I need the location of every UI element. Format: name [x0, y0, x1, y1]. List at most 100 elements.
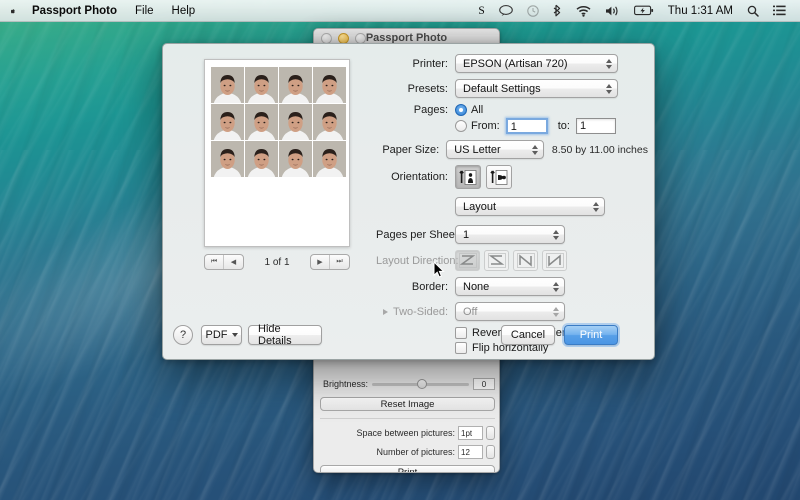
passport-photo-thumbnail: [279, 67, 312, 103]
paper-size-row: Paper Size: US Letter 8.50 by 11.00 inch…: [376, 140, 648, 159]
chevron-updown-icon: [606, 58, 612, 69]
presets-select[interactable]: Default Settings: [455, 79, 618, 98]
section-select-row: Layout: [376, 197, 648, 216]
pages-to-input[interactable]: 1: [575, 118, 616, 134]
paper-size-value: US Letter: [454, 144, 501, 156]
print-section-value: Layout: [463, 201, 497, 213]
help-button[interactable]: ?: [173, 325, 193, 345]
space-between-stepper[interactable]: [486, 426, 495, 440]
wifi-icon[interactable]: [569, 0, 598, 22]
printer-select[interactable]: EPSON (Artisan 720): [455, 54, 618, 73]
paper-dimensions-text: 8.50 by 11.00 inches: [551, 143, 648, 156]
skype-s-icon[interactable]: S: [471, 0, 491, 22]
reset-image-button[interactable]: Reset Image: [320, 397, 495, 411]
apple-logo-icon[interactable]: [9, 0, 23, 22]
printer-value: EPSON (Artisan 720): [463, 58, 568, 70]
passport-photo-thumbnail: [211, 67, 244, 103]
presets-row: Presets: Default Settings: [376, 79, 648, 98]
layout-direction-n-down-icon[interactable]: [542, 250, 567, 271]
presets-value: Default Settings: [463, 83, 541, 95]
two-sided-value: Off: [463, 306, 478, 318]
border-value: None: [463, 281, 490, 293]
print-dialog-bottom-bar: ? PDF Hide Details Cancel Print: [163, 319, 654, 359]
volume-icon[interactable]: [598, 0, 627, 22]
landscape-orientation-icon[interactable]: [486, 165, 512, 189]
presets-label: Presets:: [407, 82, 448, 95]
pages-all-row: Pages: All: [376, 104, 648, 116]
pages-from-input[interactable]: 1: [505, 118, 548, 134]
passport-photo-thumbnail: [211, 104, 244, 140]
space-between-pictures-input[interactable]: 1pt: [458, 426, 483, 440]
border-select[interactable]: None: [455, 277, 565, 296]
pages-to-label: to:: [557, 120, 570, 132]
pages-all-radio[interactable]: [455, 104, 467, 116]
portrait-orientation-icon[interactable]: [455, 165, 481, 189]
bluetooth-icon[interactable]: [546, 0, 569, 22]
orientation-row: Orientation:: [376, 165, 648, 189]
passport-photo-thumbnail: [313, 67, 346, 103]
cancel-button[interactable]: Cancel: [501, 325, 555, 345]
skip-to-start-icon[interactable]: ⏮: [205, 255, 224, 269]
pages-per-sheet-select[interactable]: 1: [455, 225, 565, 244]
battery-icon[interactable]: [627, 0, 661, 22]
chevron-updown-icon: [553, 306, 559, 317]
pages-per-sheet-value: 1: [463, 229, 470, 241]
menu-file[interactable]: File: [126, 0, 163, 22]
pdf-button[interactable]: PDF: [201, 325, 242, 345]
print-button[interactable]: Print: [564, 325, 618, 345]
print-preview-photo-grid: [211, 67, 346, 177]
timemachine-clock-icon[interactable]: [520, 0, 546, 22]
passport-photo-thumbnail: [313, 141, 346, 177]
number-of-pictures-input[interactable]: 12: [458, 445, 483, 459]
two-sided-label: Two-Sided:: [392, 305, 448, 318]
pages-from-radio[interactable]: [455, 120, 467, 132]
menu-bar-status-area: S Thu 1:31 AM: [471, 0, 800, 22]
app-brightness-slider[interactable]: [372, 378, 469, 389]
paper-size-label: Paper Size:: [382, 143, 440, 156]
orientation-label: Orientation:: [391, 171, 448, 183]
menu-help[interactable]: Help: [163, 0, 205, 22]
print-options-form: Printer: EPSON (Artisan 720) Presets: De…: [376, 54, 648, 360]
passport-photo-thumbnail: [279, 141, 312, 177]
app-number-of-pictures-label: Number of pictures:: [376, 447, 455, 457]
page-indicator: 1 of 1: [264, 256, 290, 268]
layout-direction-z-left-icon[interactable]: [484, 250, 509, 271]
search-icon[interactable]: [740, 0, 766, 22]
passport-photo-thumbnail: [245, 104, 278, 140]
app-print-button[interactable]: Print: [320, 465, 495, 472]
menu-bar-clock[interactable]: Thu 1:31 AM: [661, 5, 740, 17]
border-row: Border: None: [376, 277, 648, 296]
layout-direction-n-up-icon[interactable]: [513, 250, 538, 271]
app-visible-controls-group: Brightness: 0 Reset Image Space between …: [320, 378, 495, 472]
menu-app-name[interactable]: Passport Photo: [23, 0, 126, 22]
print-preview-page: [204, 59, 350, 247]
pages-all-label: All: [471, 104, 484, 116]
passport-photo-thumbnail: [313, 104, 346, 140]
previous-page-icon[interactable]: ◀: [224, 255, 243, 269]
layout-direction-row: Layout Direction:: [376, 250, 648, 271]
page-nav-forward-group[interactable]: ▶ ⏭: [310, 254, 350, 270]
passport-photo-thumbnail: [279, 104, 312, 140]
number-of-pictures-stepper[interactable]: [486, 445, 495, 459]
disclosure-triangle-icon[interactable]: [382, 308, 388, 315]
app-space-between-label: Space between pictures:: [356, 428, 455, 438]
pages-per-sheet-label: Pages per Sheet:: [376, 228, 462, 241]
chevron-updown-icon: [553, 229, 559, 240]
menu-bar-left: Passport Photo File Help: [0, 0, 204, 22]
paper-size-select[interactable]: US Letter: [446, 140, 544, 159]
app-brightness-value: 0: [473, 378, 495, 390]
skip-to-end-icon[interactable]: ⏭: [330, 255, 349, 269]
page-nav-back-group[interactable]: ⏮ ◀: [204, 254, 244, 270]
print-section-select[interactable]: Layout: [455, 197, 605, 216]
border-label: Border:: [411, 280, 448, 293]
print-dialog[interactable]: ⏮ ◀ 1 of 1 ▶ ⏭ Printer: EPSON (Artisan 7…: [162, 43, 655, 360]
notification-center-icon[interactable]: [766, 0, 793, 22]
passport-photo-thumbnail: [211, 141, 244, 177]
chevron-updown-icon: [553, 281, 559, 292]
layout-direction-z-right-icon[interactable]: [455, 250, 480, 271]
chevron-updown-icon: [606, 83, 612, 94]
hide-details-button[interactable]: Hide Details: [248, 323, 322, 347]
next-page-icon[interactable]: ▶: [311, 255, 330, 269]
messages-bubble-icon[interactable]: [492, 0, 520, 22]
pages-from-label: From:: [471, 120, 500, 132]
